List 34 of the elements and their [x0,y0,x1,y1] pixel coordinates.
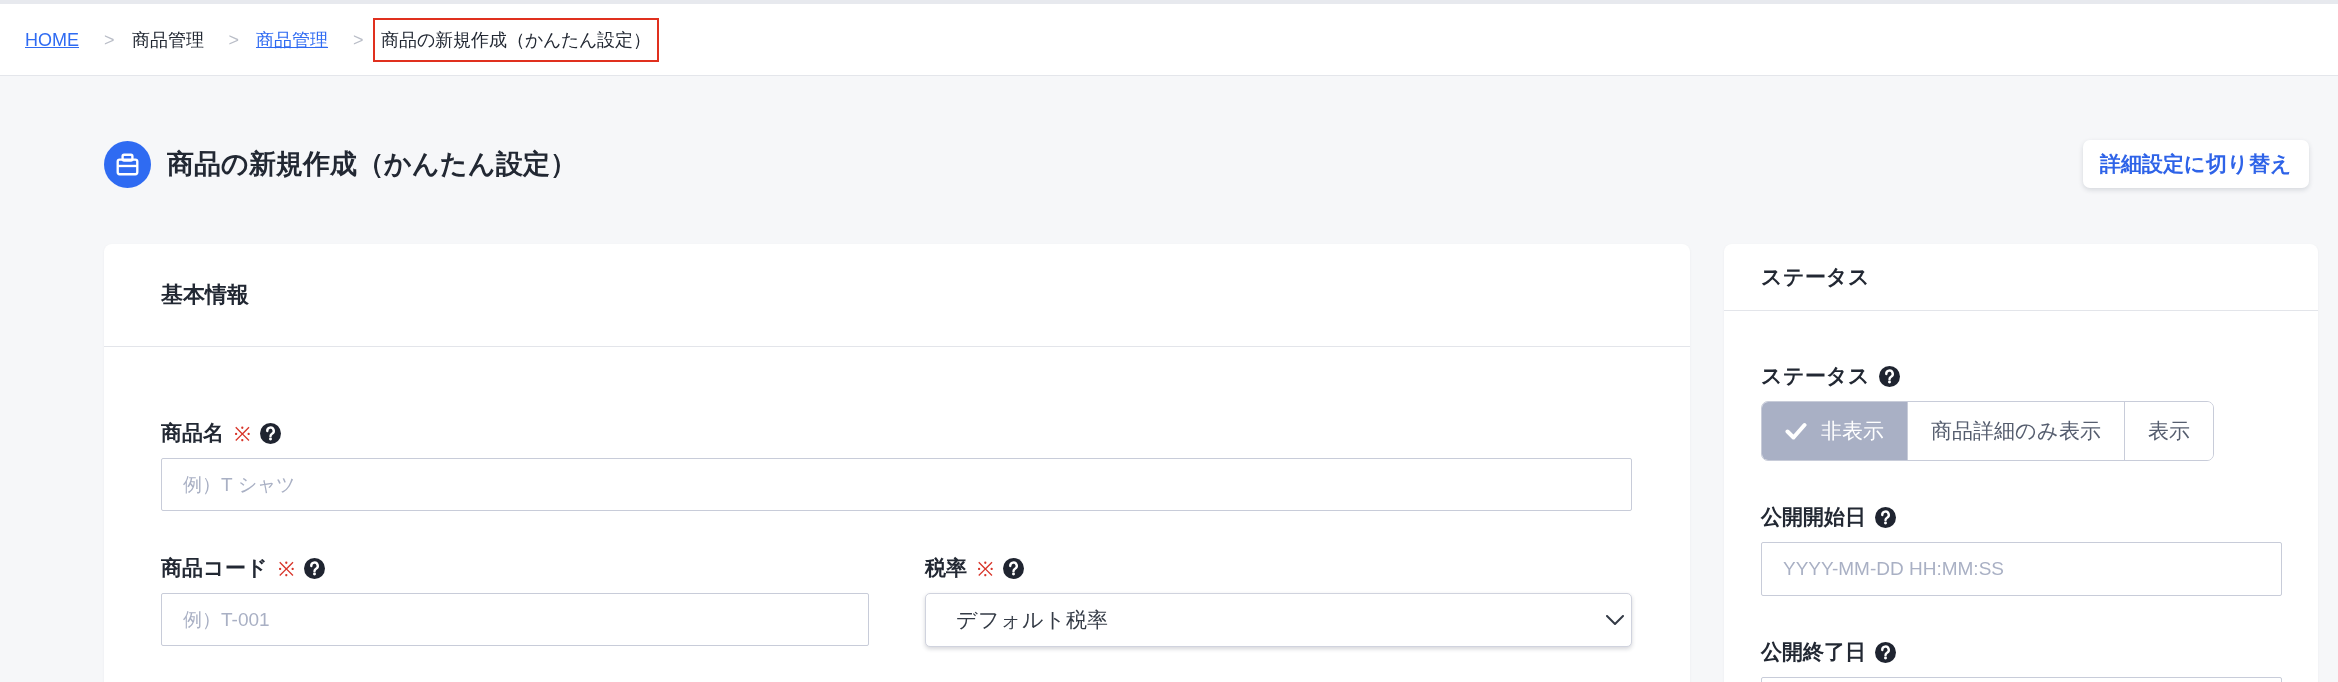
help-icon[interactable] [1875,506,1896,528]
field-label: 商品コード [161,555,268,581]
text-field[interactable]: 例）T-001 [161,593,869,646]
card-title: ステータス [1761,264,1870,290]
chevron-down-icon [1606,615,1624,625]
breadcrumb-separator: > [228,28,240,52]
required-mark: ※ [234,421,251,447]
page-title: 商品の新規作成（かんたん設定） [167,148,577,181]
card-title: 基本情報 [161,281,249,309]
breadcrumb-link[interactable]: 商品管理 [248,26,337,53]
breadcrumb-link[interactable]: HOME [17,26,87,53]
breadcrumb-current-item: 商品の新規作成（かんたん設定） [372,17,659,62]
required-mark: ※ [976,556,994,582]
select-field[interactable]: デフォルト税率 [924,593,1632,647]
help-icon[interactable] [304,557,325,579]
help-icon[interactable] [1002,557,1024,579]
required-mark: ※ [278,556,295,582]
field-label: 公開終了日 [1761,639,1866,665]
field-label: 商品名 [161,420,224,446]
field-label: 税率 [924,555,967,581]
text-field[interactable]: YYYY-MM-DD HH:MM:SS [1761,542,2282,596]
breadcrumb-separator: > [104,28,115,52]
help-icon[interactable] [1875,641,1896,663]
breadcrumb-item: 商品管理 [130,28,205,52]
help-icon[interactable] [1879,365,1900,387]
field-label: 公開開始日 [1761,504,1866,530]
check-icon [1785,422,1807,440]
breadcrumb-separator: > [353,28,364,52]
text-field[interactable]: 例）T シャツ [161,458,1632,511]
briefcase-icon [104,140,151,188]
switch-mode-button[interactable]: 詳細設定に切り替え [2083,140,2309,188]
segment-option[interactable]: 表示 [2124,402,2213,460]
field-label: ステータス [1761,363,1870,389]
help-icon[interactable] [260,422,281,444]
